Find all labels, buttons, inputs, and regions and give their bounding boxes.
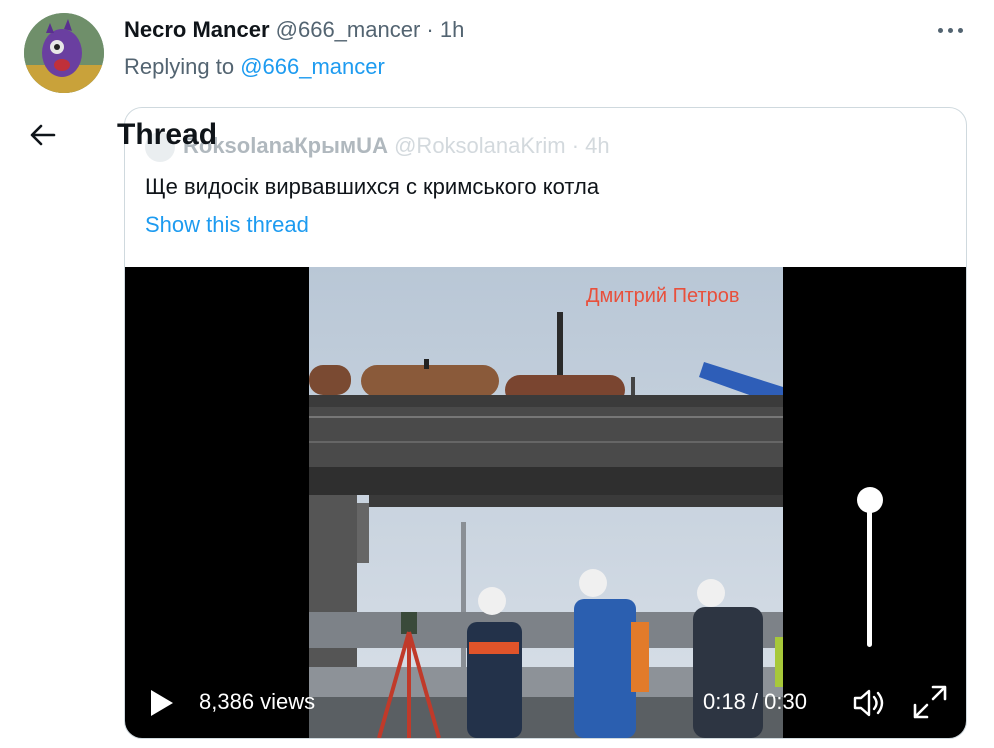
volume-slider-knob[interactable] [857,487,883,513]
back-arrow-icon[interactable] [28,120,58,150]
quoted-author-handle[interactable]: @RoksolanaKrim [394,133,566,158]
video-player[interactable]: Дмитрий Петров 8,386 views 0:18 / 0:30 [125,267,966,738]
avatar[interactable] [24,13,104,93]
volume-slider-track[interactable] [867,499,872,647]
video-frame [309,267,783,738]
video-watermark: Дмитрий Петров [586,285,740,307]
tweet-author[interactable]: Necro Mancer @666_mancer · 1h [124,17,464,43]
show-thread-link[interactable]: Show this thread [145,212,309,238]
author-handle[interactable]: @666_mancer [276,17,421,42]
quoted-text: Ще видосік вирвавшихся с кримського котл… [145,174,600,199]
replying-to-prefix: Replying to [124,54,235,79]
tweet-time[interactable]: 1h [440,17,464,42]
quoted-separator: · [571,132,580,158]
quoted-time[interactable]: 4h [585,133,609,158]
quoted-tweet-card[interactable]: RoksolanaКрымUA @RoksolanaKrim · 4h Ще в… [124,107,967,739]
view-count: 8,386 views [199,689,316,714]
replying-to-link[interactable]: @666_mancer [240,54,385,79]
volume-icon[interactable] [851,685,887,721]
video-time: 0:18 / 0:30 [703,689,807,714]
author-name[interactable]: Necro Mancer [124,17,270,42]
video-still [309,267,783,738]
meta-separator: · [426,17,434,42]
more-icon[interactable] [936,22,966,38]
avatar-image [24,13,104,93]
replying-to: Replying to @666_mancer [124,54,385,80]
fullscreen-icon[interactable] [911,683,949,721]
play-icon[interactable] [149,688,175,718]
thread-title: Thread [117,118,218,151]
thread-header: Thread [0,108,260,164]
